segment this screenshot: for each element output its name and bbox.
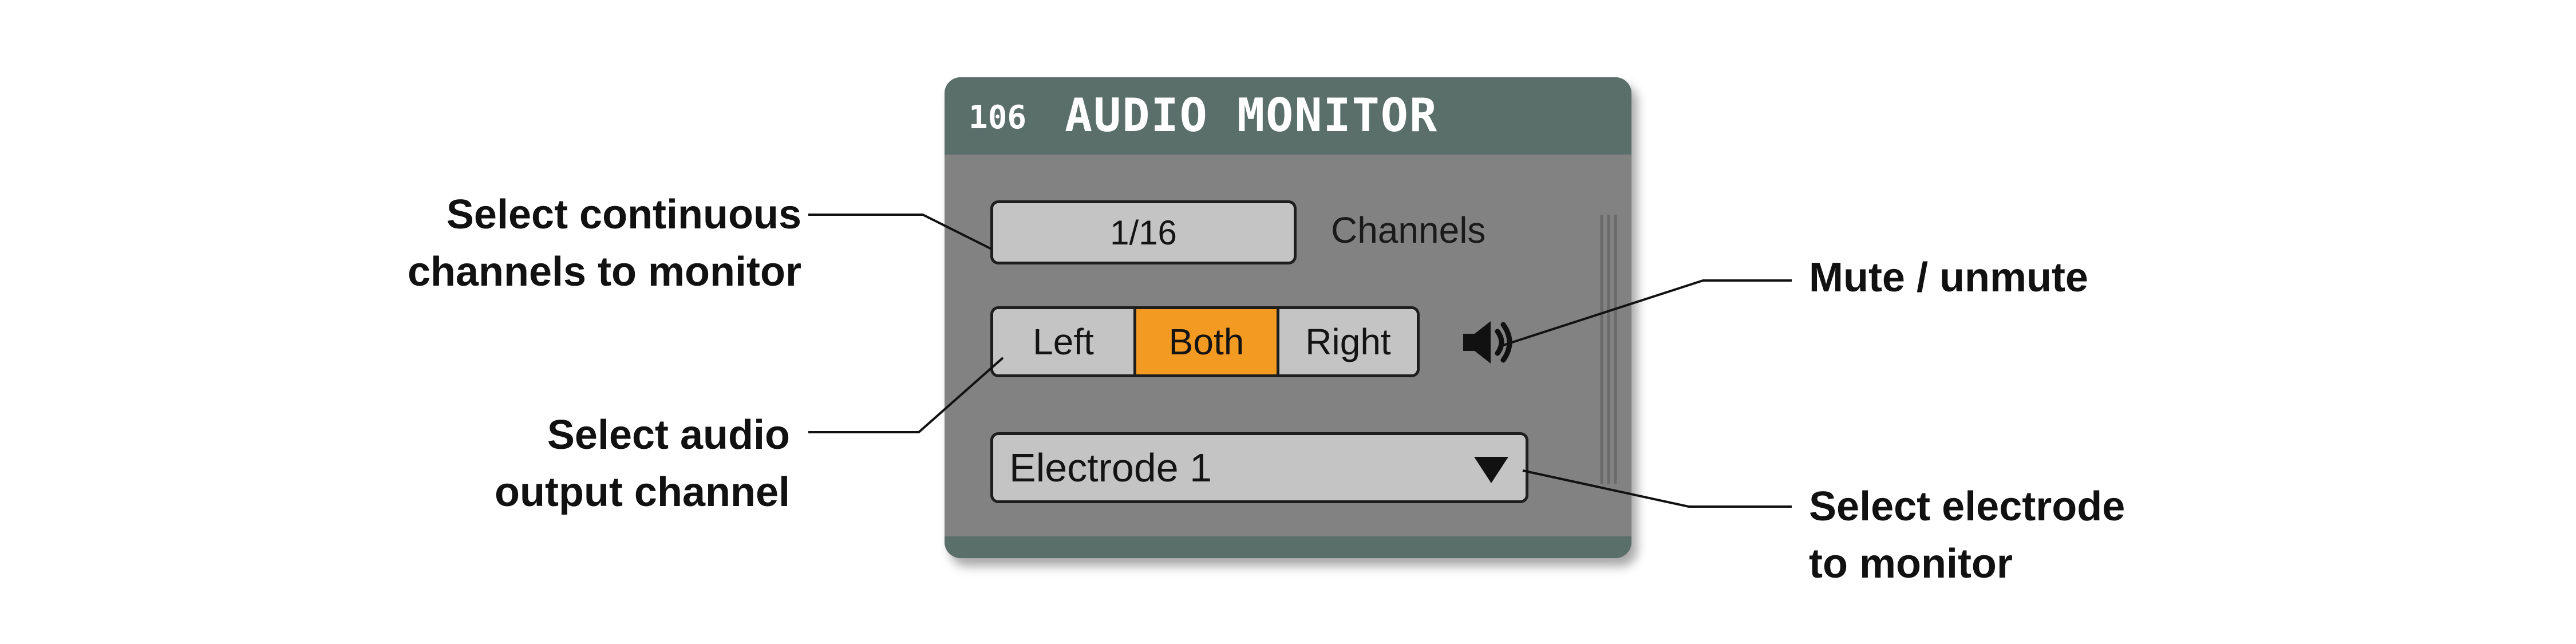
both-button[interactable]: Both [1133, 309, 1277, 374]
right-button[interactable]: Right [1277, 309, 1417, 374]
channels-button[interactable]: 1/16 [990, 200, 1297, 264]
callout-electrode-line-2: to monitor [1809, 541, 2013, 587]
panel-id: 106 [969, 99, 1027, 136]
output-channel-selector: Left Both Right [990, 306, 1420, 377]
channels-label: Channels [1331, 210, 1486, 251]
electrode-dropdown-value: Electrode 1 [1009, 445, 1212, 490]
callout-electrode: Select electrode to monitor [1809, 478, 2324, 592]
callout-mute-line-1: Mute / unmute [1809, 255, 2088, 301]
panel-title: AUDIO MONITOR [1065, 89, 1439, 142]
callout-mute: Mute / unmute [1809, 249, 2324, 306]
panel-footer [945, 536, 1631, 558]
callout-channels-line-1: Select continuous [446, 192, 801, 238]
callout-channels: Select continuous channels to monitor [321, 186, 801, 301]
speaker-icon[interactable] [1460, 317, 1517, 368]
audio-monitor-panel: 106 AUDIO MONITOR 1/16 Channels Left Bot… [945, 77, 1631, 558]
callout-channels-line-2: channels to monitor [407, 249, 801, 295]
callout-output-line-1: Select audio [547, 412, 790, 458]
callout-output: Select audio output channel [321, 406, 790, 521]
triangle-down-icon [1474, 457, 1508, 483]
callout-output-line-2: output channel [495, 469, 790, 515]
panel-header: 106 AUDIO MONITOR [945, 77, 1631, 155]
electrode-dropdown[interactable]: Electrode 1 [990, 432, 1528, 503]
level-meter [1600, 215, 1617, 484]
left-button[interactable]: Left [993, 309, 1133, 374]
callout-electrode-line-1: Select electrode [1809, 484, 2125, 530]
